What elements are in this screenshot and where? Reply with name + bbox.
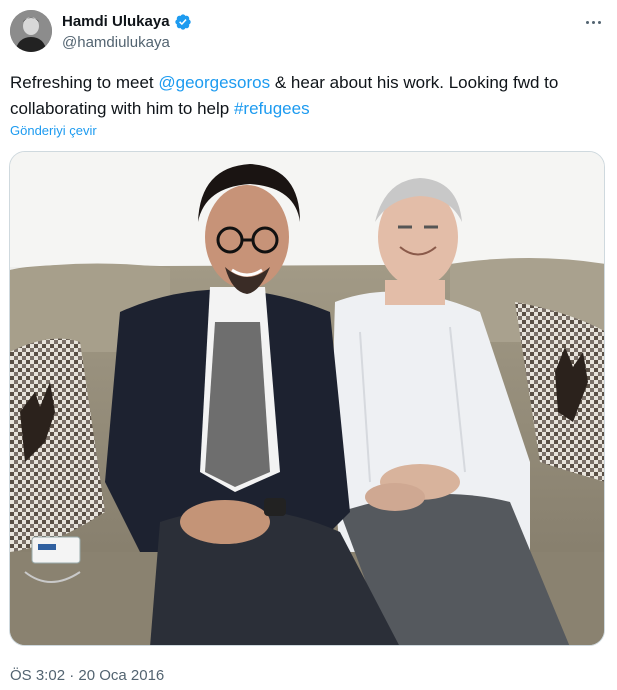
author-handle[interactable]: @hamdiulukaya <box>62 33 170 53</box>
author-name-row: Hamdi Ulukaya <box>62 12 192 32</box>
author-avatar[interactable] <box>10 10 52 52</box>
more-options-button[interactable] <box>581 10 605 34</box>
tweet-timestamp[interactable]: ÖS 3:02 · 20 Oca 2016 <box>10 666 164 686</box>
verified-badge-icon[interactable] <box>174 13 192 31</box>
tweet-card: Hamdi Ulukaya @hamdiulukaya Refreshing t… <box>0 0 617 690</box>
tweet-photo[interactable] <box>9 151 605 646</box>
author-display-name[interactable]: Hamdi Ulukaya <box>62 12 170 32</box>
tweet-text-part: Refreshing to meet <box>10 73 159 92</box>
photo-image <box>10 152 604 645</box>
translate-tweet-link[interactable]: Gönderiyi çevir <box>10 123 97 139</box>
more-dot-icon <box>591 20 595 24</box>
user-avatar-icon <box>10 10 52 52</box>
more-dot-icon <box>597 20 601 24</box>
more-dot-icon <box>585 20 589 24</box>
hashtag-link[interactable]: #refugees <box>234 99 310 118</box>
tweet-text: Refreshing to meet @georgesoros & hear a… <box>10 70 607 122</box>
mention-link[interactable]: @georgesoros <box>158 73 270 92</box>
